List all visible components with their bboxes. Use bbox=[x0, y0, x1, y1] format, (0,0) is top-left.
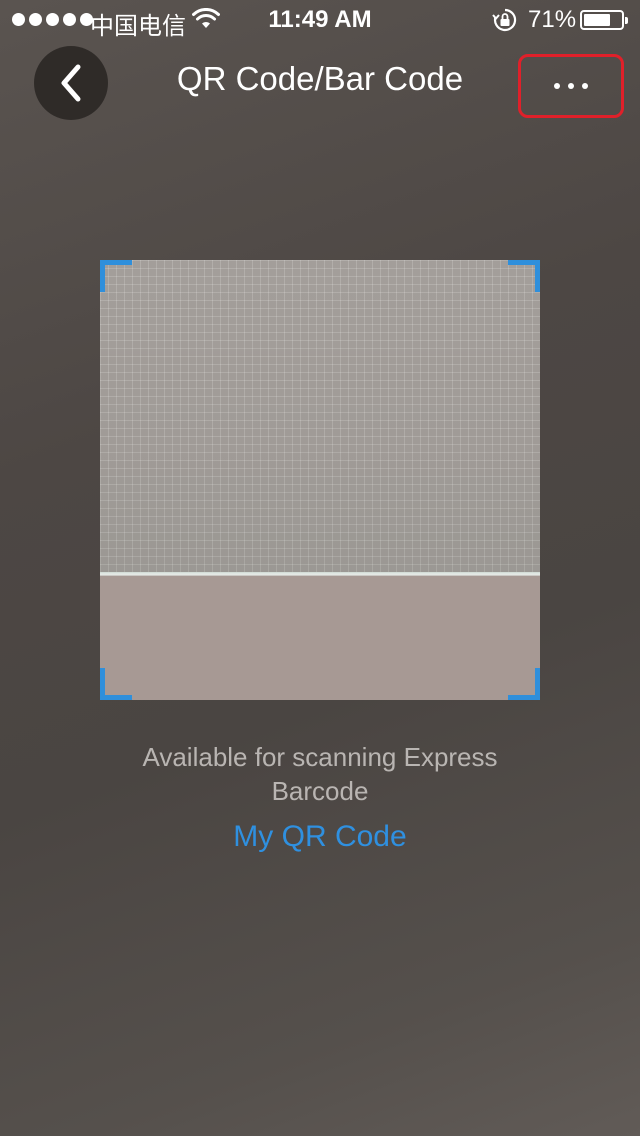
more-options-button[interactable] bbox=[518, 54, 624, 118]
battery-percent: 71% bbox=[528, 6, 577, 33]
status-bar: 中国电信 11:49 AM 71% bbox=[0, 0, 640, 40]
battery-icon bbox=[580, 10, 628, 30]
page-title: QR Code/Bar Code bbox=[176, 60, 464, 97]
chevron-left-icon bbox=[61, 64, 81, 102]
scan-corner-top-left bbox=[100, 260, 132, 292]
scanner-viewfinder bbox=[100, 260, 540, 700]
scan-corner-bottom-right bbox=[508, 668, 540, 700]
rotation-lock-icon bbox=[492, 8, 518, 39]
scan-corner-bottom-left bbox=[100, 668, 132, 700]
scan-corner-top-right bbox=[508, 260, 540, 292]
back-button[interactable] bbox=[34, 46, 108, 120]
more-dots-icon bbox=[554, 83, 560, 89]
my-qr-code-link[interactable]: My QR Code bbox=[170, 820, 470, 854]
scan-hint-text: Available for scanning Express Barcode bbox=[142, 742, 498, 806]
battery-fill bbox=[584, 14, 610, 26]
